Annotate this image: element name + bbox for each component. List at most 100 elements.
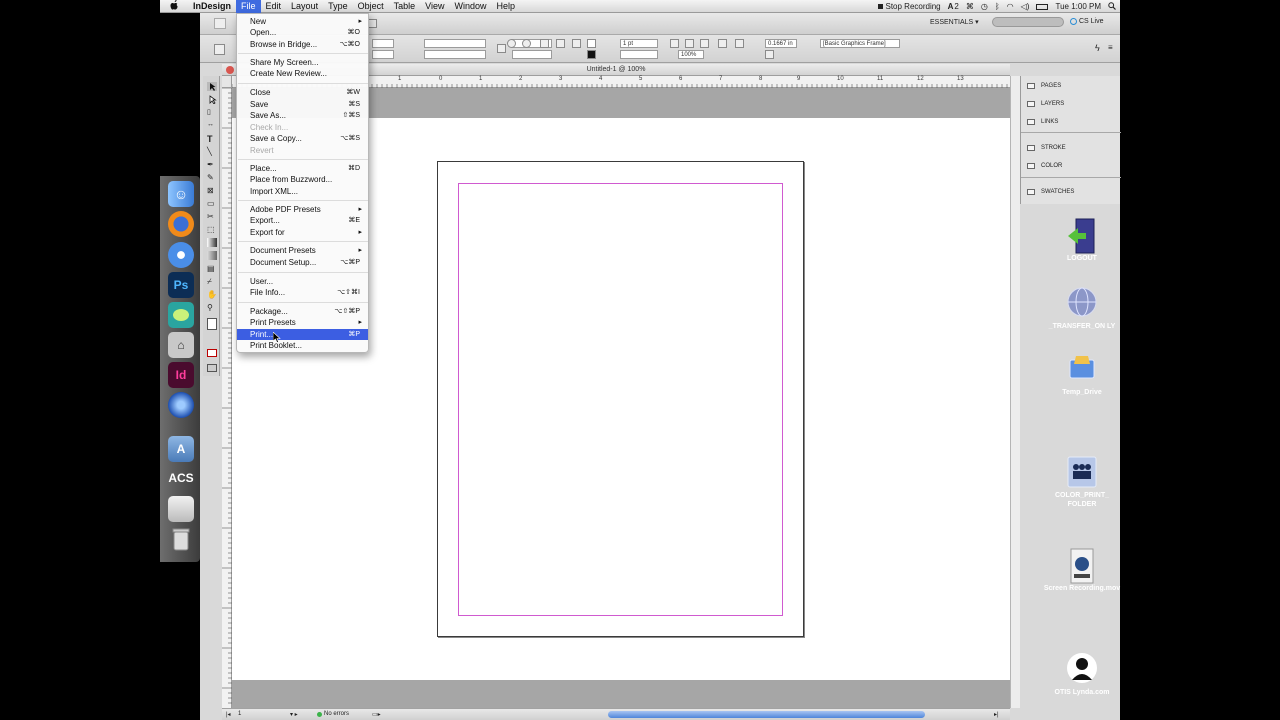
panel-menu-icon[interactable]: ≡ — [1108, 43, 1113, 52]
wifi-icon[interactable]: ◠ — [1007, 2, 1014, 11]
menu-view[interactable]: View — [420, 0, 449, 13]
indesign-icon[interactable]: Id — [168, 362, 194, 388]
apple-menu-icon[interactable] — [160, 0, 188, 13]
desktop-item-screen-recording[interactable]: Screen Recording.mov — [1040, 548, 1124, 593]
view-options-icon[interactable] — [368, 19, 377, 28]
menu-object[interactable]: Object — [353, 0, 389, 13]
menu-app-name[interactable]: InDesign — [188, 0, 236, 13]
menu-window[interactable]: Window — [449, 0, 491, 13]
type-tool-icon[interactable]: T — [207, 134, 217, 144]
network-browser-icon[interactable] — [168, 392, 194, 418]
pages-panel-tab[interactable]: PAGES — [1027, 83, 1061, 89]
constrain-proportions-icon[interactable] — [497, 44, 506, 53]
file-menu-item-print-presets[interactable]: Print Presets ▸ — [237, 317, 368, 328]
open-file-icon[interactable]: ▭▸ — [372, 711, 381, 718]
select-container-icon[interactable] — [572, 39, 581, 48]
gradient-feather-tool-icon[interactable] — [207, 251, 217, 260]
scroll-right-icon[interactable]: ▸| — [994, 711, 999, 718]
cs-live-button[interactable]: CS Live — [1070, 18, 1104, 25]
menu-file[interactable]: File — [236, 0, 261, 13]
file-menu-item-new[interactable]: New ▸ — [237, 16, 368, 27]
column-gutter-field[interactable]: 0.1667 in — [765, 39, 797, 48]
script-icon[interactable]: ⌘ — [966, 2, 974, 11]
align-icon[interactable] — [735, 39, 744, 48]
text-wrap-icon[interactable] — [718, 39, 727, 48]
photoshop-icon[interactable]: Ps — [168, 272, 194, 298]
height-field[interactable] — [424, 50, 486, 59]
file-menu-item-place-from-buzzword[interactable]: Place from Buzzword... — [237, 174, 368, 185]
safari-icon[interactable] — [168, 242, 194, 268]
selection-tool-icon[interactable] — [207, 82, 217, 91]
desktop-item-otis[interactable]: OTIS Lynda.com — [1040, 652, 1124, 697]
desktop-item-logout[interactable]: LOGOUT — [1040, 218, 1124, 263]
applications-folder-icon[interactable]: A — [168, 436, 194, 462]
vertical-scrollbar[interactable] — [1010, 76, 1020, 708]
file-menu-item-open[interactable]: Open... ⌘O — [237, 27, 368, 38]
ruler-origin[interactable] — [222, 76, 232, 88]
file-menu-item-save-as[interactable]: Save As... ⇧⌘S — [237, 110, 368, 121]
zoom-tool-icon[interactable]: ⚲ — [207, 303, 217, 312]
first-page-icon[interactable]: |◂ — [226, 711, 231, 718]
file-menu-item-document-setup[interactable]: Document Setup... ⌥⌘P — [237, 257, 368, 268]
file-menu-item-user[interactable]: User... — [237, 276, 368, 287]
x-position-field[interactable] — [372, 39, 394, 48]
file-menu-item-share-my-screen[interactable]: Share My Screen... — [237, 57, 368, 68]
screen-mode-icon[interactable] — [207, 364, 217, 372]
file-menu-item-package[interactable]: Package... ⌥⇧⌘P — [237, 306, 368, 317]
flip-vertical-icon[interactable] — [556, 39, 565, 48]
horizontal-scrollbar-thumb[interactable] — [608, 711, 925, 718]
fit-content-icon[interactable] — [670, 39, 679, 48]
desktop-item-transfer[interactable]: _TRANSFER_ON LY — [1040, 286, 1124, 331]
links-panel-tab[interactable]: LINKS — [1027, 119, 1058, 125]
file-menu-item-print-booklet[interactable]: Print Booklet... — [237, 340, 368, 351]
file-menu-item-browse-in-bridge[interactable]: Browse in Bridge... ⌥⌘O — [237, 39, 368, 50]
pencil-tool-icon[interactable]: ✎ — [207, 173, 217, 182]
direct-selection-tool-icon[interactable] — [207, 95, 217, 105]
hand-tool-icon[interactable]: ✋ — [207, 290, 217, 299]
workspace-switcher[interactable]: ESSENTIALS ▾ — [930, 18, 979, 26]
fill-stroke-swatch-icon[interactable] — [207, 318, 217, 330]
rotate-icon[interactable] — [507, 39, 516, 48]
gradient-swatch-tool-icon[interactable] — [207, 238, 217, 247]
color-panel-tab[interactable]: COLOR — [1027, 163, 1062, 169]
firefox-icon[interactable] — [168, 211, 194, 237]
lightning-icon[interactable]: ϟ — [1095, 43, 1100, 53]
close-document-icon[interactable] — [226, 66, 234, 74]
trash-icon[interactable] — [168, 526, 194, 552]
swatches-panel-tab[interactable]: SWATCHES — [1027, 189, 1074, 195]
reference-point-icon[interactable] — [214, 44, 225, 55]
menu-edit[interactable]: Edit — [261, 0, 287, 13]
eyedropper-tool-icon[interactable]: ⌿ — [207, 277, 217, 286]
stroke-weight-field[interactable]: 1 pt — [620, 39, 658, 48]
free-transform-tool-icon[interactable]: ⬚ — [207, 225, 217, 234]
file-menu-item-close[interactable]: Close ⌘W — [237, 87, 368, 98]
volume-icon[interactable]: ◁) — [1021, 2, 1030, 11]
battery-icon[interactable] — [1036, 3, 1049, 10]
menu-table[interactable]: Table — [389, 0, 421, 13]
scissors-tool-icon[interactable]: ✂ — [207, 212, 217, 221]
gap-tool-icon[interactable]: ↔ — [207, 121, 217, 130]
y-position-field[interactable] — [372, 50, 394, 59]
file-menu-item-save[interactable]: Save ⌘S — [237, 99, 368, 110]
time-machine-icon[interactable]: ◷ — [981, 2, 988, 11]
rectangle-tool-icon[interactable]: ▭ — [207, 199, 217, 208]
pen-tool-icon[interactable]: ✒ — [207, 160, 217, 169]
menubar-clock[interactable]: Tue 1:00 PM — [1055, 2, 1101, 11]
file-menu-item-file-info[interactable]: File Info... ⌥⇧⌘I — [237, 287, 368, 298]
file-menu-item-export-for[interactable]: Export for ▸ — [237, 227, 368, 238]
ichat-icon[interactable] — [168, 302, 194, 328]
page-number-field[interactable]: 1 — [238, 711, 241, 717]
line-tool-icon[interactable]: ╲ — [207, 147, 217, 156]
fill-swatch-icon[interactable] — [587, 39, 596, 48]
object-style-select[interactable]: [Basic Graphics Frame] — [820, 39, 900, 48]
vertical-ruler[interactable] — [222, 88, 232, 708]
shear-icon[interactable] — [522, 39, 531, 48]
desktop-item-color-print-folder[interactable]: COLOR_PRINT_ FOLDER — [1040, 455, 1124, 509]
layers-panel-tab[interactable]: LAYERS — [1027, 101, 1064, 107]
preflight-status[interactable]: No errors — [317, 711, 349, 717]
stroke-type-select[interactable] — [620, 50, 658, 59]
stop-recording-item[interactable]: Stop Recording — [878, 2, 941, 11]
file-menu-item-export[interactable]: Export... ⌘E — [237, 215, 368, 226]
stroke-swatch-icon[interactable] — [587, 50, 596, 59]
file-menu-item-print[interactable]: Print... ⌘P — [237, 329, 368, 340]
